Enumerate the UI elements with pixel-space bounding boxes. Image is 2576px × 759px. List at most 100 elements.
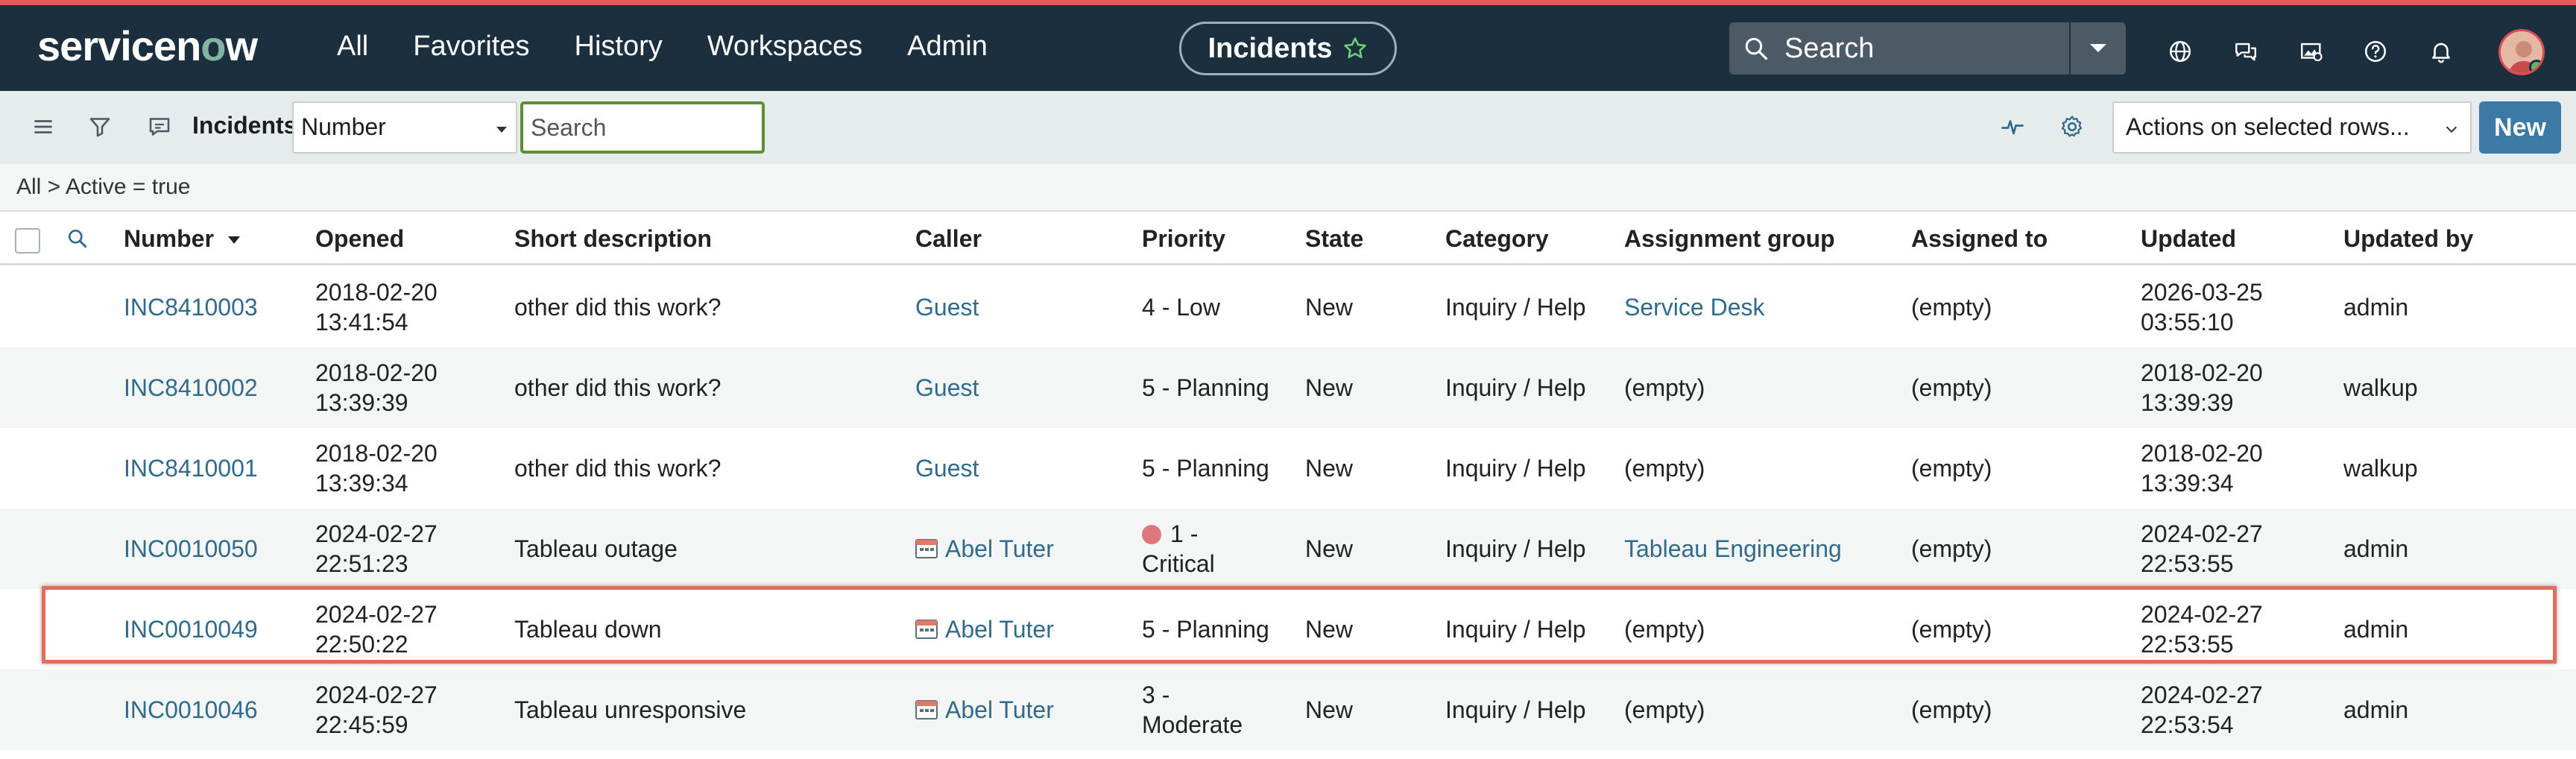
table-row[interactable]: INC8410003 2018-02-20 13:41:54 other did th… (0, 267, 2576, 347)
assigned-to-cell: (empty) (1911, 535, 1992, 562)
caller-name: Guest (915, 374, 979, 401)
column-header-short-description[interactable]: Short description (514, 225, 712, 253)
nav-favorites[interactable]: Favorites (413, 31, 529, 63)
nav-workspaces[interactable]: Workspaces (707, 31, 862, 63)
column-label: Number (124, 225, 214, 252)
hamburger-menu-icon[interactable] (30, 113, 57, 140)
list-search-input[interactable] (520, 101, 765, 154)
opened-date: 2024-02-27 (315, 520, 438, 547)
nav-admin[interactable]: Admin (907, 31, 988, 63)
globe-icon[interactable] (2168, 39, 2193, 64)
incident-number-link[interactable]: INC8410002 (124, 373, 258, 403)
nav-history[interactable]: History (575, 31, 663, 63)
category-cell: Inquiry / Help (1445, 535, 1586, 562)
opened-date: 2018-02-20 (315, 279, 438, 306)
caller-name: Abel Tuter (945, 535, 1054, 562)
context-pill-incidents[interactable]: Incidents (1179, 22, 1397, 75)
short-description-cell: other did this work? (514, 455, 722, 482)
global-search-placeholder: Search (1784, 32, 1875, 64)
table-row[interactable]: INC8410001 2018-02-20 13:39:34 other did th… (0, 428, 2576, 508)
global-search[interactable]: Search (1729, 22, 2126, 75)
caller-link[interactable]: Guest (915, 373, 979, 403)
star-icon[interactable] (1342, 36, 1368, 61)
opened-date: 2018-02-20 (315, 359, 438, 386)
incident-number-link[interactable]: INC0010046 (124, 695, 258, 725)
gear-icon[interactable] (2059, 113, 2086, 140)
column-header-opened[interactable]: Opened (315, 225, 404, 253)
updated-by-cell: walkup (2343, 374, 2418, 401)
list-toolbar: Incidents Number Actions on selected row… (0, 91, 2576, 164)
column-search-icon[interactable] (66, 227, 89, 251)
column-header-category[interactable]: Category (1445, 225, 1549, 253)
column-header-updated-by[interactable]: Updated by (2343, 225, 2473, 253)
category-cell: Inquiry / Help (1445, 696, 1586, 723)
column-header-state[interactable]: State (1305, 225, 1363, 253)
assigned-to-cell: (empty) (1911, 696, 1992, 723)
opened-date: 2024-02-27 (315, 601, 438, 628)
updated-time: 22:53:55 (2141, 550, 2234, 577)
table-row[interactable]: INC8410002 2018-02-20 13:39:39 other did th… (0, 347, 2576, 428)
user-avatar[interactable] (2498, 29, 2545, 75)
priority-line-2: Moderate (1142, 711, 1243, 738)
select-all-checkbox[interactable] (15, 228, 40, 253)
help-icon[interactable] (2363, 39, 2388, 64)
search-scope-dropdown[interactable] (2069, 22, 2126, 75)
updated-date: 2024-02-27 (2141, 520, 2263, 547)
new-button[interactable]: New (2479, 101, 2561, 154)
updated-cell: 2024-02-27 22:53:55 (2141, 599, 2263, 659)
activity-icon[interactable] (1999, 113, 2026, 140)
priority-cell: 5 - Planning (1142, 453, 1269, 483)
updated-cell: 2024-02-27 22:53:55 (2141, 519, 2263, 579)
table-row[interactable]: INC0010050 2024-02-27 22:51:23 Tableau outa… (0, 508, 2576, 589)
column-header-assigned-to[interactable]: Assigned to (1911, 225, 2048, 253)
breadcrumb[interactable]: All > Active = true (0, 164, 2576, 212)
assignment-group-cell[interactable]: Tableau Engineering (1624, 534, 1842, 564)
caller-name: Guest (915, 294, 979, 321)
column-header-updated[interactable]: Updated (2141, 225, 2236, 253)
caller-link[interactable]: Abel Tuter (915, 614, 1054, 644)
short-description-cell: other did this work? (514, 374, 722, 401)
assigned-to-cell: (empty) (1911, 374, 1992, 401)
incident-number-link[interactable]: INC8410003 (124, 292, 258, 322)
incident-number-link[interactable]: INC8410001 (124, 453, 258, 483)
priority-line-1: 5 - Planning (1142, 374, 1269, 401)
filter-icon[interactable] (86, 113, 113, 140)
opened-cell: 2018-02-20 13:41:54 (315, 277, 438, 337)
bell-icon[interactable] (2428, 39, 2454, 64)
comment-icon[interactable] (146, 113, 173, 140)
column-header-number[interactable]: Number (124, 225, 242, 253)
table-row[interactable]: INC0010046 2024-02-27 22:45:59 Tableau unre… (0, 670, 2576, 750)
updated-date: 2024-02-27 (2141, 681, 2263, 708)
chat-icon[interactable] (2233, 39, 2258, 64)
updated-cell: 2026-03-25 03:55:10 (2141, 277, 2263, 337)
column-header-priority[interactable]: Priority (1142, 225, 1225, 253)
table-row[interactable]: INC0010049 2024-02-27 22:50:22 Tableau down… (0, 589, 2576, 670)
opened-cell: 2018-02-20 13:39:34 (315, 438, 438, 498)
column-header-assignment-group[interactable]: Assignment group (1624, 225, 1835, 253)
column-header-caller[interactable]: Caller (915, 225, 982, 253)
updated-time: 13:39:34 (2141, 470, 2234, 497)
caller-link[interactable]: Guest (915, 292, 979, 322)
caller-link[interactable]: Abel Tuter (915, 534, 1054, 564)
incident-number-link[interactable]: INC0010050 (124, 534, 258, 564)
assigned-to-cell: (empty) (1911, 455, 1992, 482)
opened-date: 2024-02-27 (315, 681, 438, 708)
caller-name: Abel Tuter (945, 696, 1054, 723)
caller-name: Guest (915, 455, 979, 482)
search-field-select[interactable]: Number (292, 101, 517, 154)
caller-link[interactable]: Abel Tuter (915, 695, 1054, 725)
caller-link[interactable]: Guest (915, 453, 979, 483)
priority-line-2: Critical (1142, 550, 1215, 577)
servicenow-logo[interactable]: servicenow (37, 22, 258, 70)
incident-number-link[interactable]: INC0010049 (124, 614, 258, 644)
image-icon[interactable] (2299, 39, 2324, 64)
updated-cell: 2018-02-20 13:39:34 (2141, 438, 2263, 498)
assignment-group-cell[interactable]: Service Desk (1624, 292, 1765, 322)
nav-all[interactable]: All (337, 31, 368, 63)
priority-cell: 5 - Planning (1142, 614, 1269, 644)
actions-on-selected-rows-select[interactable]: Actions on selected rows... (2112, 101, 2472, 154)
updated-date: 2018-02-20 (2141, 359, 2263, 386)
opened-cell: 2018-02-20 13:39:39 (315, 358, 438, 418)
updated-by-cell: admin (2343, 616, 2409, 643)
priority-cell: 5 - Planning (1142, 373, 1269, 403)
